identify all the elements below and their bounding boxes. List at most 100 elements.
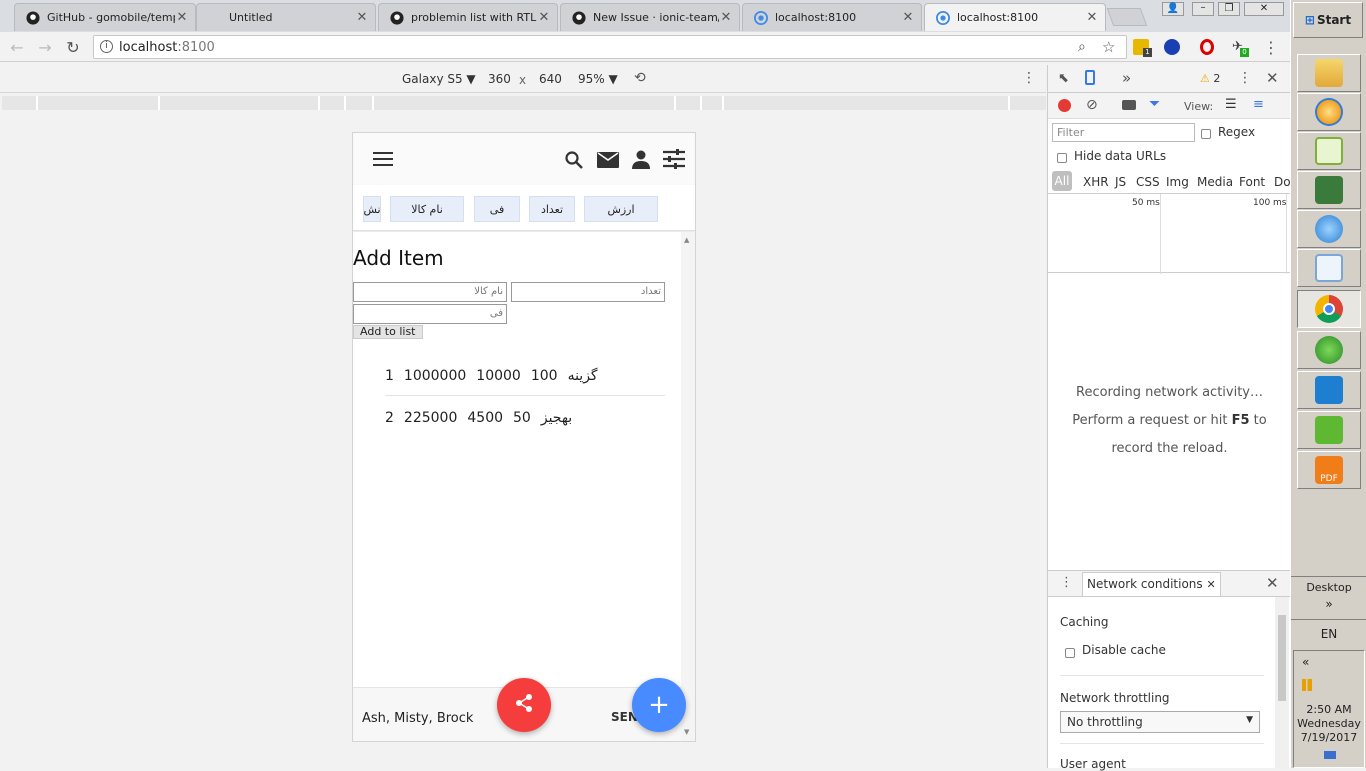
show-desktop-icon[interactable] <box>1324 751 1336 759</box>
item-name-input[interactable]: نام کالا <box>353 282 507 302</box>
clear-icon[interactable]: ⊘ <box>1086 97 1098 113</box>
disable-cache-checkbox[interactable] <box>1065 645 1075 659</box>
filter-type-css[interactable]: CSS <box>1136 175 1160 189</box>
scroll-down-arrow-icon[interactable]: ▼ <box>684 728 689 736</box>
zoom-select[interactable]: 95% ▼ <box>578 72 618 86</box>
filter-icon[interactable]: ⏷ <box>1149 96 1160 112</box>
header-chip-clipped[interactable]: نش <box>363 196 381 222</box>
new-tab-button[interactable] <box>1106 8 1148 26</box>
filter-type-all[interactable]: All <box>1052 171 1072 191</box>
extension-chat-icon[interactable]: 1 <box>1133 39 1152 57</box>
hide-data-urls-checkbox[interactable] <box>1057 150 1067 164</box>
inspect-element-icon[interactable]: ⬉ <box>1058 71 1069 86</box>
tray-expand-icon[interactable]: « <box>1302 655 1309 669</box>
device-more-icon[interactable]: ⋮ <box>1022 70 1036 86</box>
start-button[interactable]: ⊞ Start <box>1293 2 1363 38</box>
taskbar-vscode[interactable] <box>1297 371 1361 409</box>
taskbar-safari[interactable] <box>1297 93 1361 131</box>
browser-tab-6-active[interactable]: localhost:8100 ✕ <box>924 3 1106 31</box>
search-icon[interactable] <box>564 150 584 173</box>
add-fab[interactable]: + <box>632 678 686 732</box>
taskbar-pdf[interactable]: PDF <box>1297 451 1361 489</box>
device-mode-icon[interactable] <box>1085 70 1095 85</box>
bookmark-star-icon[interactable]: ☆ <box>1102 38 1115 56</box>
desktop-chevron[interactable]: » <box>1291 597 1366 611</box>
menu-icon[interactable] <box>373 152 393 166</box>
more-panels-icon[interactable]: » <box>1122 69 1131 87</box>
taskbar-chrome[interactable] <box>1297 290 1361 328</box>
url-text[interactable]: localhost:8100 <box>119 40 215 55</box>
media-query-ruler[interactable] <box>2 96 1046 110</box>
capture-screenshots-icon[interactable] <box>1122 100 1136 110</box>
drawer-scrollbar[interactable] <box>1275 597 1289 769</box>
window-close-icon[interactable]: ✕ <box>1244 2 1284 16</box>
close-tab-icon[interactable]: ✕ <box>719 10 733 25</box>
close-tab-icon[interactable]: ✕ <box>537 10 551 25</box>
restore-icon[interactable]: ❐ <box>1218 2 1240 16</box>
close-tab-icon[interactable]: ✕ <box>1085 10 1099 25</box>
signal-icon[interactable] <box>1302 679 1316 691</box>
profile-icon[interactable]: 👤 <box>1162 2 1184 16</box>
device-height-field[interactable]: 640 <box>539 72 562 86</box>
share-fab[interactable] <box>497 678 551 732</box>
filter-type-js[interactable]: JS <box>1115 175 1126 189</box>
page-scrollbar[interactable]: ▲ ▼ <box>681 232 695 741</box>
zoom-icon[interactable]: ⌕ <box>1078 39 1086 55</box>
record-icon[interactable] <box>1058 99 1071 112</box>
warning-indicator[interactable]: ⚠ 2 <box>1200 72 1220 85</box>
extension-satellite-icon[interactable]: ✈ 0 <box>1232 39 1249 57</box>
forward-icon[interactable]: → <box>36 38 54 57</box>
address-bar[interactable]: i localhost:8100 ⌕ ☆ <box>93 35 1127 59</box>
close-tab-icon[interactable]: ✕ <box>355 10 369 25</box>
scroll-up-arrow-icon[interactable]: ▲ <box>684 236 689 244</box>
extension-globe-icon[interactable] <box>1164 39 1180 55</box>
minimize-icon[interactable]: – <box>1192 2 1214 16</box>
taskbar-monitor[interactable] <box>1297 171 1361 209</box>
taskbar-network[interactable] <box>1297 210 1361 248</box>
filter-type-media[interactable]: Media <box>1197 175 1233 189</box>
throttling-select[interactable]: No throttling ▼ <box>1060 711 1260 733</box>
device-width-field[interactable]: 360 <box>488 72 511 86</box>
browser-tab-5[interactable]: localhost:8100 ✕ <box>742 3 922 31</box>
person-icon[interactable] <box>631 149 651 172</box>
drawer-menu-icon[interactable]: ⋮ <box>1060 575 1073 590</box>
taskbar-android[interactable] <box>1297 411 1361 449</box>
drawer-close-icon[interactable]: ✕ <box>1266 574 1279 592</box>
browser-tab-3[interactable]: problemin list with RTL lan ✕ <box>378 3 558 31</box>
filter-type-font[interactable]: Font <box>1239 175 1265 189</box>
opera-icon[interactable] <box>1200 39 1214 55</box>
devtools-close-icon[interactable]: ✕ <box>1266 69 1279 87</box>
info-icon[interactable]: i <box>100 40 113 53</box>
regex-checkbox[interactable] <box>1201 126 1211 140</box>
overview-icon[interactable]: ≡ <box>1253 97 1264 112</box>
options-icon[interactable] <box>663 149 685 172</box>
taskbar-notepadpp[interactable] <box>1297 132 1361 170</box>
list-item[interactable]: 2 225000 4500 50 بهجیز <box>385 398 665 438</box>
mail-icon[interactable] <box>597 152 619 171</box>
browser-tab-4[interactable]: New Issue · ionic-team/io ✕ <box>560 3 740 31</box>
taskbar-explorer[interactable] <box>1297 54 1361 92</box>
header-chip-name[interactable]: نام کالا <box>390 196 464 222</box>
item-price-input[interactable]: فی <box>353 304 507 324</box>
taskbar-idm[interactable] <box>1297 331 1361 369</box>
add-to-list-button[interactable]: Add to list <box>353 325 423 339</box>
clock[interactable]: 2:50 AM Wednesday 7/19/2017 <box>1294 703 1364 745</box>
network-overview-timeline[interactable]: 50 ms 100 ms <box>1048 193 1291 274</box>
filter-type-doc[interactable]: Do <box>1274 175 1290 189</box>
close-tab-icon[interactable]: ✕ <box>175 10 189 25</box>
taskbar-search[interactable] <box>1297 249 1361 287</box>
header-chip-count[interactable]: تعداد <box>529 196 575 222</box>
tab-network-conditions[interactable]: Network conditions ✕ <box>1082 572 1221 596</box>
desktop-toolbar-label[interactable]: Desktop <box>1291 581 1366 594</box>
rotate-icon[interactable]: ⟲ <box>634 70 646 86</box>
device-select[interactable]: Galaxy S5 ▼ <box>402 72 476 86</box>
language-indicator[interactable]: EN <box>1291 627 1366 641</box>
filter-type-img[interactable]: Img <box>1166 175 1189 189</box>
close-tab-icon[interactable]: ✕ <box>901 10 915 25</box>
list-item[interactable]: 1 1000000 10000 100 گزینه <box>385 356 665 396</box>
filter-input[interactable]: Filter <box>1052 123 1195 142</box>
item-count-input[interactable]: تعداد <box>511 282 665 302</box>
menu-kebab-icon[interactable]: ⋮ <box>1262 38 1280 57</box>
header-chip-value[interactable]: ارزش <box>584 196 658 222</box>
large-rows-icon[interactable]: ☰ <box>1225 97 1237 112</box>
